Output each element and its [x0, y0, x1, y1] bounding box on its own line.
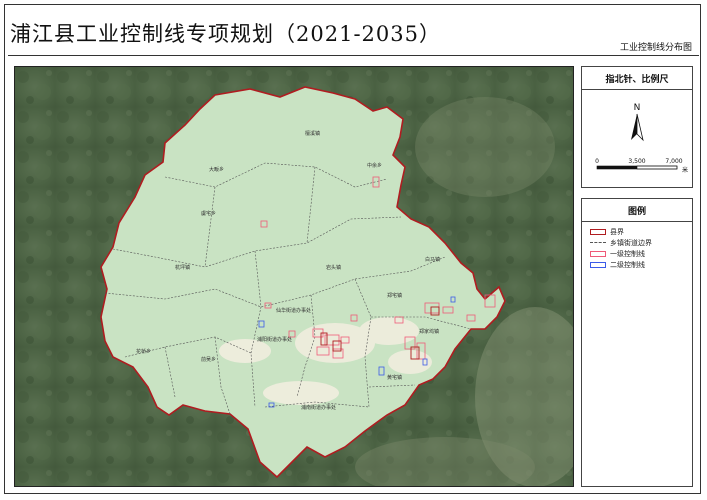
north-label: N — [634, 103, 641, 113]
place-label-qianwu: 前吴乡 — [201, 356, 216, 363]
legend-item-county-boundary: 县界 — [582, 226, 692, 237]
township-boundary-swatch — [590, 242, 606, 243]
legend-heading: 图例 — [582, 199, 692, 222]
scale-tick-0: 0 — [595, 158, 599, 165]
legend-label: 一级控制线 — [610, 249, 645, 258]
place-label-hangping: 杭坪镇 — [175, 264, 190, 271]
place-label-dafan: 大畈乡 — [209, 166, 224, 173]
north-arrow-icon — [631, 113, 644, 142]
north-scale-panel: 指北针、比例尺 N 0 3,500 7,000 米 — [581, 66, 693, 188]
place-label-yantou: 岩头镇 — [326, 264, 341, 271]
place-label-tanxi: 檀溪镇 — [305, 130, 320, 137]
map-subtitle: 工业控制线分布图 — [619, 43, 692, 53]
map-view[interactable]: 檀溪镇 中余乡 大畈乡 虞宅乡 岩头镇 杭坪镇 白马镇 郑宅镇 仙华街道办事处 … — [14, 66, 574, 487]
place-label-baima: 白马镇 — [425, 256, 440, 263]
place-label-zhengzhai: 郑宅镇 — [387, 292, 402, 299]
legend-label: 二级控制线 — [610, 260, 645, 269]
level2-swatch — [590, 261, 606, 268]
place-label-huaqiao: 花桥乡 — [136, 348, 151, 355]
place-label-yuzhai: 虞宅乡 — [201, 210, 216, 217]
county-boundary-swatch — [590, 228, 606, 235]
title-divider — [8, 55, 699, 56]
place-label-xianhua: 仙华街道办事处 — [276, 307, 311, 314]
legend-panel: 图例 县界 乡镇街道边界 一级控制线 二级控制线 — [581, 198, 693, 487]
place-label-punan: 浦南街道办事处 — [301, 404, 336, 411]
legend-label: 乡镇街道边界 — [610, 238, 652, 247]
legend-item-level1: 一级控制线 — [582, 248, 692, 259]
page-title: 浦江县工业控制线专项规划（2021-2035） — [10, 22, 441, 46]
place-label-puyang: 浦阳街道办事处 — [257, 336, 292, 343]
map-canvas: 檀溪镇 中余乡 大畈乡 虞宅乡 岩头镇 杭坪镇 白马镇 郑宅镇 仙华街道办事处 … — [15, 67, 573, 486]
level1-swatch — [590, 250, 606, 257]
place-label-zhengjiawu: 郑家坞镇 — [419, 328, 439, 335]
north-scale-graphic: N 0 3,500 7,000 米 — [595, 103, 688, 174]
legend-item-level2: 二级控制线 — [582, 259, 692, 270]
scale-tick-2: 7,000 — [665, 158, 682, 165]
scale-bar — [596, 165, 678, 170]
scale-unit: 米 — [682, 166, 688, 174]
legend-label: 县界 — [610, 227, 624, 236]
place-label-huangzhai: 黄宅镇 — [387, 374, 402, 381]
place-label-zhongyu: 中余乡 — [367, 162, 382, 169]
legend-item-township-boundary: 乡镇街道边界 — [582, 237, 692, 248]
north-scale-heading: 指北针、比例尺 — [582, 67, 692, 90]
scale-tick-1: 3,500 — [628, 158, 645, 165]
